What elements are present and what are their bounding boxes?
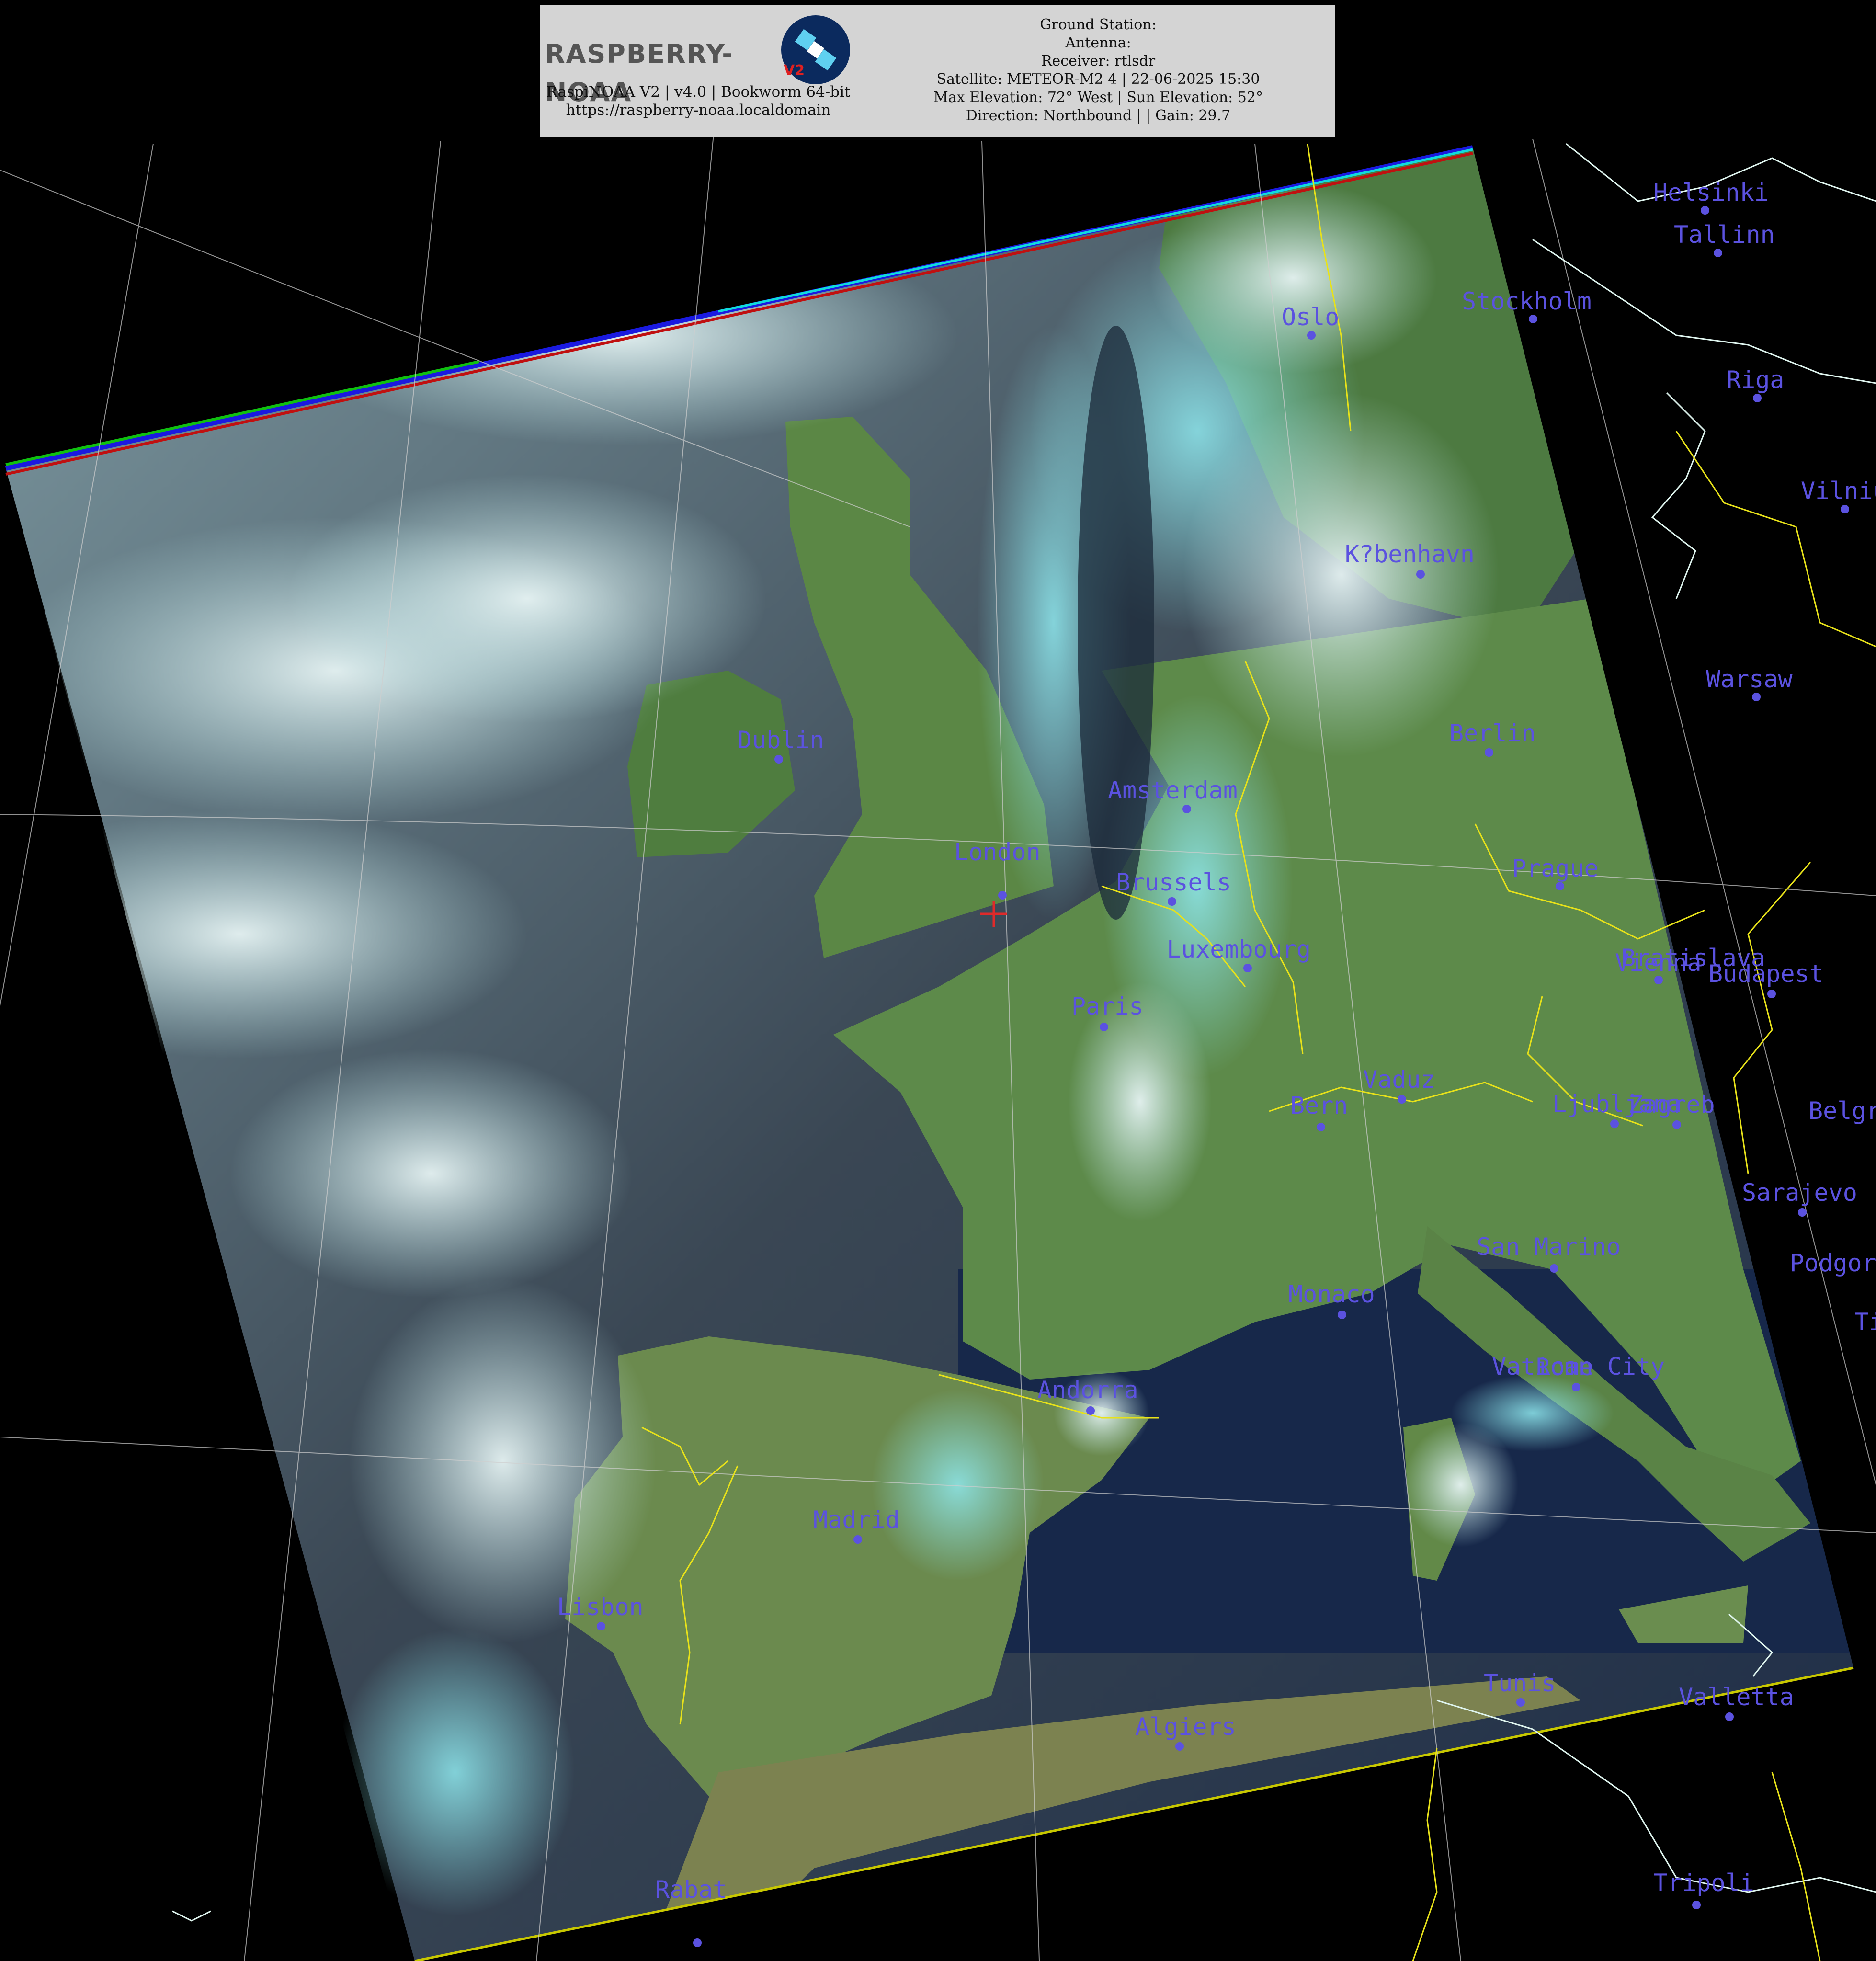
city-dot-valletta (1725, 1712, 1734, 1721)
logo-text: RASPBERRY-NOAA (545, 39, 734, 107)
receiver-line: Receiver: rtlsdr (1041, 53, 1156, 69)
station-info: Ground Station: Antenna: Receiver: rtlsd… (871, 16, 1326, 125)
city-dot-vaduz (1398, 1095, 1406, 1104)
logo-badge-text: V2 (784, 62, 805, 79)
city-dot-tallinn (1714, 249, 1722, 257)
city-dot-brussels (1168, 897, 1176, 906)
city-dot-luxembourg (1243, 964, 1252, 972)
software-version: RaspiNOAA V2 | v4.0 | Bookworm 64-bit (546, 83, 851, 101)
city-dot-ljubljana (1610, 1119, 1619, 1128)
logo-block: RASPBERRY-NOAA V2 RaspiNOAA V2 | v4.0 | … (545, 11, 852, 133)
city-dot-kobenhavn (1416, 570, 1425, 579)
city-dot-paris (1100, 1023, 1108, 1031)
city-dot-vienna (1654, 976, 1663, 984)
satellite-swath (5, 145, 1854, 1961)
city-dot-berlin (1485, 748, 1493, 757)
city-dot-dublin (774, 755, 783, 764)
city-dot-lisbon (597, 1622, 605, 1630)
city-dot-vilnius (1841, 505, 1849, 513)
city-dot-zagreb (1672, 1120, 1681, 1129)
city-dot-oslo (1307, 331, 1316, 340)
satellite-line: Satellite: METEOR-M2 4 | 22-06-2025 15:3… (936, 71, 1260, 88)
city-dot-warsaw (1752, 693, 1761, 701)
city-dot-bern (1317, 1123, 1325, 1131)
city-dot-prague (1556, 882, 1564, 890)
satellite-logo-icon: V2 (781, 15, 850, 84)
city-dot-san-marino (1550, 1264, 1558, 1273)
antenna-line: Antenna: (1065, 34, 1131, 51)
station-url: https://raspberry-noaa.localdomain (566, 102, 831, 119)
city-dot-riga (1753, 394, 1762, 402)
city-dot-rabat (693, 1938, 702, 1947)
ground-station-line: Ground Station: (1040, 16, 1157, 33)
satellite-map (0, 134, 1876, 1961)
direction-line: Direction: Northbound | | Gain: 29.7 (966, 107, 1231, 124)
city-dot-stockholm (1529, 315, 1537, 323)
elevation-line: Max Elevation: 72° West | Sun Elevation:… (933, 89, 1263, 106)
city-dot-helsinki (1701, 206, 1709, 215)
city-dot-amsterdam (1182, 805, 1191, 813)
city-dot-andorra (1086, 1406, 1095, 1415)
city-dot-tripoli (1692, 1901, 1701, 1909)
city-dot-rome (1572, 1383, 1580, 1391)
city-dot-sarajevo (1798, 1208, 1807, 1217)
city-dot-algiers (1175, 1742, 1184, 1751)
city-dot-tunis (1516, 1698, 1525, 1707)
city-dot-budapest (1767, 990, 1776, 998)
city-dot-madrid (853, 1535, 862, 1544)
city-dot-monaco (1338, 1311, 1346, 1319)
software-info: RaspiNOAA V2 | v4.0 | Bookworm 64-bit ht… (545, 83, 852, 119)
city-dot-london (998, 891, 1007, 900)
pass-info-header: RASPBERRY-NOAA V2 RaspiNOAA V2 | v4.0 | … (540, 5, 1335, 137)
